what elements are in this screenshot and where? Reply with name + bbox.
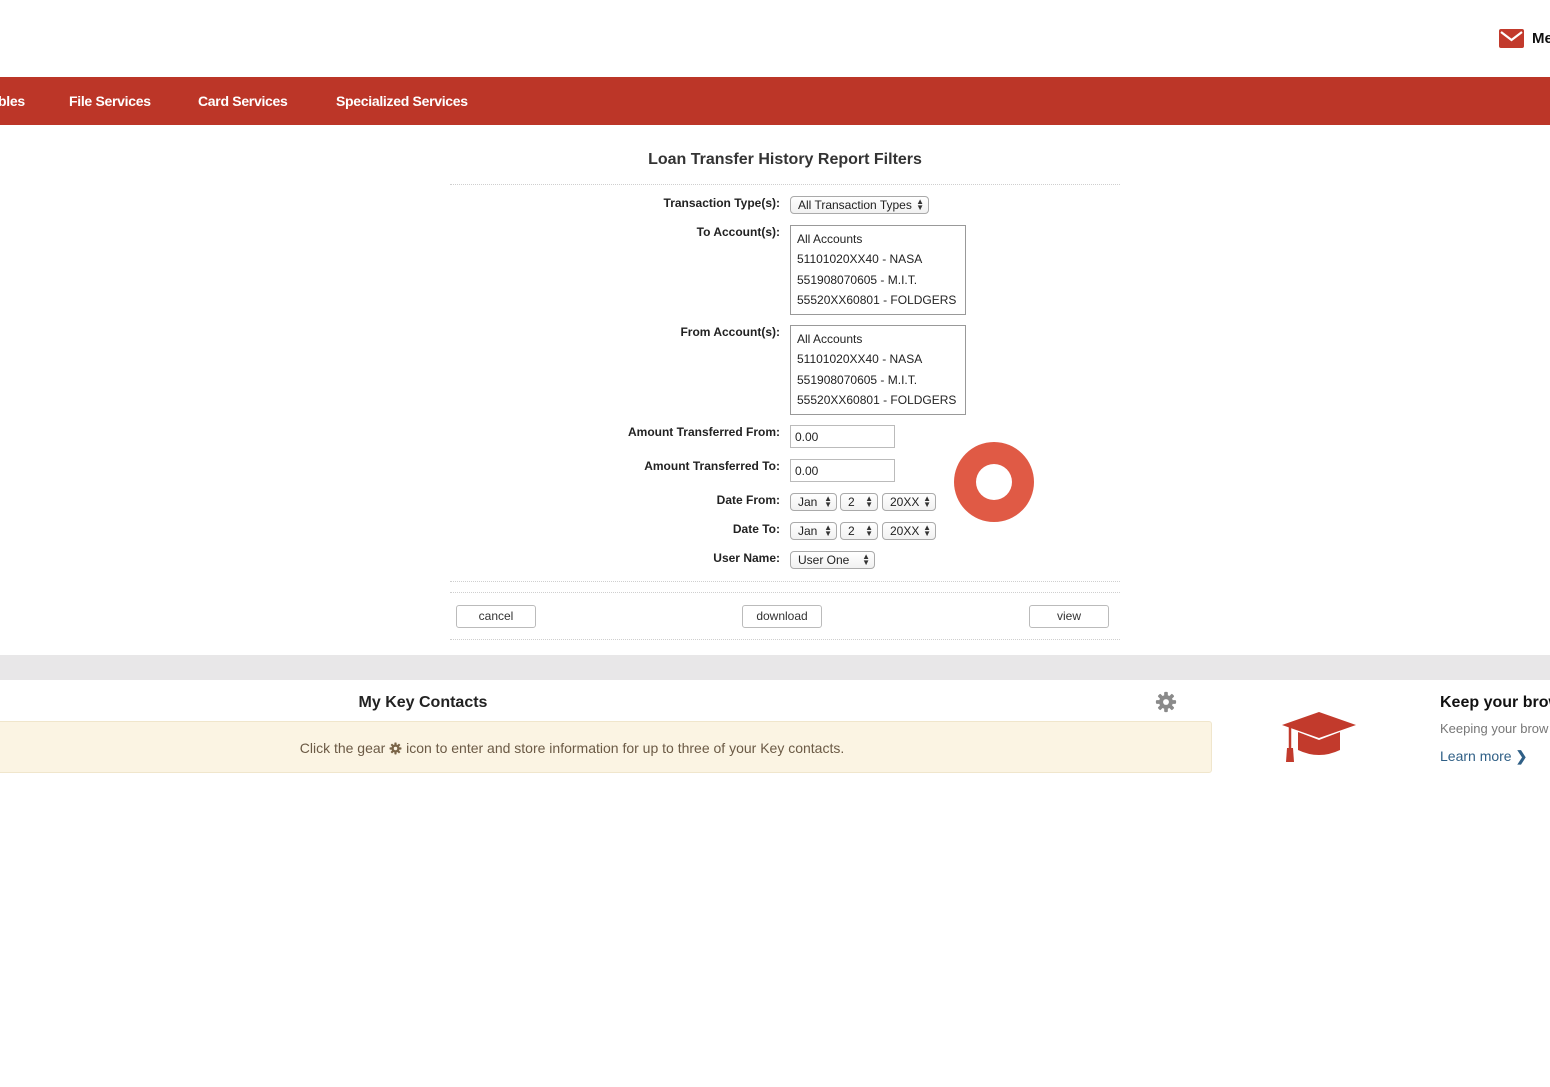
- user-name-label: User Name:: [713, 551, 780, 565]
- amount-from-label: Amount Transferred From:: [627, 425, 780, 439]
- gear-icon[interactable]: [1155, 691, 1177, 713]
- transaction-type-label: Transaction Type(s):: [663, 196, 780, 210]
- list-option[interactable]: 55520XX60801 - FOLDGERS: [797, 292, 965, 312]
- select-arrows-icon: ▲ ▼: [862, 552, 870, 567]
- list-option[interactable]: 55520XX60801 - FOLDGERS: [797, 392, 965, 412]
- chevron-right-icon: ❯: [1515, 748, 1528, 764]
- section-separator: [0, 655, 1550, 680]
- amount-to-label: Amount Transferred To:: [644, 459, 780, 473]
- list-option[interactable]: All Accounts: [797, 231, 965, 251]
- promo-subtitle: Keeping your brow: [1440, 721, 1549, 736]
- nav-item-specialized-services[interactable]: Specialized Services: [336, 93, 468, 109]
- main-nav: bles File Services Card Services Special…: [0, 77, 1550, 125]
- date-to-day-select[interactable]: 2 ▲ ▼: [840, 522, 878, 540]
- from-accounts-label: From Account(s):: [680, 325, 780, 339]
- select-arrows-icon: ▲ ▼: [916, 197, 924, 212]
- click-marker: [954, 442, 1034, 522]
- page-title: Loan Transfer History Report Filters: [648, 151, 922, 168]
- select-arrows-icon: ▲ ▼: [923, 494, 931, 509]
- select-arrows-icon: ▲ ▼: [923, 523, 931, 538]
- date-from-day-select[interactable]: 2 ▲ ▼: [840, 493, 878, 511]
- user-name-select[interactable]: User One ▲ ▼: [790, 551, 875, 569]
- divider: [450, 639, 1120, 640]
- amount-to-input[interactable]: 0.00: [790, 459, 895, 482]
- date-to-label: Date To:: [732, 522, 780, 536]
- key-contacts-title: My Key Contacts: [358, 694, 488, 711]
- date-to-year-select[interactable]: 20XX ▲ ▼: [882, 522, 936, 540]
- learn-more-label: Learn more: [1440, 748, 1512, 764]
- key-contacts-message: Click the gear icon to enter and store i…: [0, 740, 1147, 756]
- select-arrows-icon: ▲ ▼: [865, 494, 873, 509]
- envelope-icon: [1499, 29, 1524, 48]
- promo-title: Keep your brow: [1440, 694, 1550, 711]
- message-text: icon to enter and store information for …: [406, 740, 845, 756]
- list-option[interactable]: 51101020XX40 - NASA: [797, 351, 965, 371]
- date-to-month-select[interactable]: Jan ▲ ▼: [790, 522, 837, 540]
- day-value: 2: [848, 524, 855, 538]
- to-accounts-label: To Account(s):: [696, 225, 780, 239]
- transaction-type-select[interactable]: All Transaction Types ▲ ▼: [790, 196, 929, 214]
- divider: [450, 581, 1120, 582]
- view-button[interactable]: view: [1029, 605, 1109, 628]
- messages-link[interactable]: Me: [1499, 29, 1550, 48]
- nav-item-card-services[interactable]: Card Services: [198, 93, 288, 109]
- date-from-year-select[interactable]: 20XX ▲ ▼: [882, 493, 936, 511]
- amount-from-input[interactable]: 0.00: [790, 425, 895, 448]
- divider: [450, 592, 1120, 593]
- list-option[interactable]: 551908070605 - M.I.T.: [797, 272, 965, 292]
- day-value: 2: [848, 495, 855, 509]
- learn-more-link[interactable]: Learn more ❯: [1440, 748, 1527, 765]
- year-value: 20XX: [890, 524, 920, 538]
- month-value: Jan: [798, 495, 818, 509]
- download-button[interactable]: download: [742, 605, 822, 628]
- date-from-label: Date From:: [716, 493, 780, 507]
- messages-label: Me: [1532, 30, 1550, 47]
- select-arrows-icon: ▲ ▼: [865, 523, 873, 538]
- list-option[interactable]: 551908070605 - M.I.T.: [797, 372, 965, 392]
- nav-item-file-services[interactable]: File Services: [69, 93, 151, 109]
- divider: [450, 184, 1120, 185]
- cancel-button[interactable]: cancel: [456, 605, 536, 628]
- month-value: Jan: [798, 524, 818, 538]
- select-arrows-icon: ▲ ▼: [824, 494, 832, 509]
- from-accounts-listbox[interactable]: All Accounts 51101020XX40 - NASA 5519080…: [790, 325, 966, 415]
- list-option[interactable]: All Accounts: [797, 331, 965, 351]
- list-option[interactable]: 51101020XX40 - NASA: [797, 251, 965, 271]
- date-from-month-select[interactable]: Jan ▲ ▼: [790, 493, 837, 511]
- gear-icon: [389, 742, 402, 755]
- user-name-value: User One: [798, 553, 850, 567]
- to-accounts-listbox[interactable]: All Accounts 51101020XX40 - NASA 5519080…: [790, 225, 966, 315]
- transaction-type-value: All Transaction Types: [798, 198, 912, 212]
- graduation-cap-icon: [1282, 712, 1356, 762]
- message-text: Click the gear: [299, 740, 386, 756]
- year-value: 20XX: [890, 495, 920, 509]
- key-contacts-info-box: Click the gear icon to enter and store i…: [0, 721, 1212, 773]
- select-arrows-icon: ▲ ▼: [824, 523, 832, 538]
- top-bar: Me: [0, 0, 1550, 77]
- nav-item-partial[interactable]: bles: [0, 93, 25, 109]
